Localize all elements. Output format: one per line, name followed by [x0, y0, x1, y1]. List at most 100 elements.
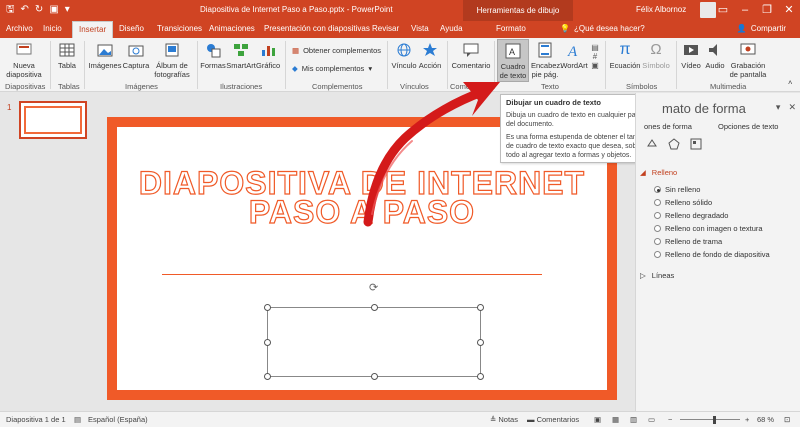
video-button[interactable]: Vídeo — [680, 41, 702, 70]
resize-handle[interactable] — [371, 373, 378, 380]
tab-shape-options[interactable]: ones de forma — [644, 122, 692, 131]
tab-presentacion[interactable]: Presentación con diapositivas — [264, 24, 370, 33]
tab-text-options[interactable]: Opciones de texto — [718, 122, 778, 131]
window-controls: ▭ – ❐ ✕ — [712, 0, 800, 21]
textbox-icon: A — [505, 43, 521, 59]
save-icon[interactable]: 🖫 — [6, 3, 15, 17]
tab-inicio[interactable]: Inicio — [43, 24, 62, 33]
customize-icon[interactable]: ▾ — [65, 3, 70, 17]
date-icon[interactable]: ▤ — [589, 43, 601, 52]
comment-button[interactable]: Comentario — [451, 41, 491, 70]
action-button[interactable]: Acción — [417, 41, 443, 70]
tab-archivo[interactable]: Archivo — [6, 24, 33, 33]
resize-handle[interactable] — [477, 373, 484, 380]
ribbon-display-icon[interactable]: ▭ — [712, 0, 734, 21]
zoom-in-icon[interactable]: + — [745, 415, 749, 424]
undo-icon[interactable]: ↶ — [21, 3, 29, 17]
shapes-button[interactable]: Formas — [200, 41, 226, 70]
spellcheck-icon[interactable]: ▤ — [74, 415, 81, 424]
link-button[interactable]: Vínculo — [391, 41, 417, 70]
smartart-button[interactable]: SmartArt — [226, 41, 256, 70]
lines-section-header[interactable]: ▷ Líneas — [640, 271, 674, 280]
fit-to-window-icon[interactable]: ⊡ — [784, 415, 790, 424]
header-footer-button[interactable]: Encabez. pie pág. — [531, 41, 562, 79]
restore-icon[interactable]: ❐ — [756, 0, 778, 21]
size-properties-icon[interactable] — [690, 138, 702, 150]
minimize-icon[interactable]: – — [734, 0, 756, 21]
get-addins-button[interactable]: ▦ Obtener complementos — [292, 46, 381, 55]
table-button[interactable]: Tabla — [55, 41, 79, 70]
expand-triangle-icon: ◢ — [640, 168, 646, 177]
tab-vista[interactable]: Vista — [411, 24, 429, 33]
zoom-level[interactable]: 68 % — [757, 415, 774, 424]
fill-option-pattern[interactable]: Relleno de trama — [654, 237, 722, 246]
close-pane-icon[interactable]: ✕ — [788, 102, 796, 113]
slide-thumbnail[interactable] — [19, 101, 87, 139]
equation-button[interactable]: π Ecuación — [609, 41, 641, 70]
slide-thumbnails-pane: 1 — [0, 93, 95, 411]
group-label-multimedia: Multimedia — [710, 82, 747, 91]
zoom-slider-thumb[interactable] — [713, 416, 716, 424]
rotate-handle-icon[interactable]: ⟳ — [369, 281, 378, 294]
fill-option-gradient[interactable]: Relleno degradado — [654, 211, 728, 220]
start-slideshow-icon[interactable]: ▣ — [49, 3, 58, 17]
chart-button[interactable]: Gráfico — [256, 41, 280, 70]
wordart-button[interactable]: A WordArt — [560, 41, 588, 70]
object-icon[interactable]: ▣ — [589, 61, 601, 70]
close-icon[interactable]: ✕ — [778, 0, 800, 21]
redo-icon[interactable]: ↻ — [35, 3, 43, 17]
tell-me-box[interactable]: 💡 ¿Qué desea hacer? — [560, 24, 645, 33]
slide-title[interactable]: DIAPOSITIVA DE INTERNET PASO A PASO — [137, 166, 587, 228]
resize-handle[interactable] — [371, 304, 378, 311]
textbox-button[interactable]: A Cuadro de texto — [497, 39, 529, 82]
slide-sorter-icon[interactable]: ▦ — [612, 415, 619, 424]
resize-handle[interactable] — [477, 304, 484, 311]
screen-recording-button[interactable]: Grabación de pantalla — [728, 41, 768, 79]
symbol-button[interactable]: Ω Símbolo — [641, 41, 671, 70]
images-button[interactable]: Imágenes — [88, 41, 122, 70]
resize-handle[interactable] — [264, 339, 271, 346]
zoom-out-icon[interactable]: − — [668, 415, 672, 424]
zoom-slider[interactable] — [680, 419, 740, 420]
fill-section-header[interactable]: ◢ Relleno — [640, 168, 677, 177]
slide-number-icon[interactable]: # — [589, 52, 601, 61]
tab-ayuda[interactable]: Ayuda — [440, 24, 463, 33]
tab-animaciones[interactable]: Animaciones — [209, 24, 255, 33]
photo-album-button[interactable]: Álbum de fotografías — [151, 41, 193, 79]
tab-diseno[interactable]: Diseño — [119, 24, 144, 33]
tab-transiciones[interactable]: Transiciones — [157, 24, 202, 33]
fill-option-background[interactable]: Relleno de fondo de diapositiva — [654, 250, 770, 259]
radio-selected — [654, 186, 661, 193]
tab-insertar[interactable]: Insertar — [72, 21, 114, 38]
share-button[interactable]: 👤 Compartir — [737, 24, 786, 33]
comments-button[interactable]: ▬ Comentarios — [527, 415, 579, 424]
normal-view-icon[interactable]: ▣ — [594, 415, 601, 424]
audio-button[interactable]: Audio — [704, 41, 726, 70]
slide-number: 1 — [7, 103, 12, 112]
tab-revisar[interactable]: Revisar — [372, 24, 399, 33]
fill-option-none[interactable]: Sin relleno — [654, 185, 700, 194]
my-addins-button[interactable]: ◆ Mis complementos ▾ — [292, 64, 372, 73]
text-small-tools[interactable]: ▤ # ▣ — [589, 43, 601, 70]
new-slide-button[interactable]: Nueva diapositiva — [4, 41, 44, 79]
effects-icon[interactable] — [668, 138, 680, 150]
fill-option-solid[interactable]: Relleno sólido — [654, 198, 712, 207]
fill-line-icon[interactable] — [646, 138, 658, 150]
collapsed-triangle-icon: ▷ — [640, 271, 646, 280]
slideshow-view-icon[interactable]: ▭ — [648, 415, 655, 424]
divider — [605, 41, 606, 89]
capture-button[interactable]: Captura — [121, 41, 151, 70]
tab-formato[interactable]: Formato — [496, 24, 526, 33]
lightbulb-icon: 💡 — [560, 24, 570, 33]
new-textbox[interactable]: ⟳ — [264, 282, 484, 380]
reading-view-icon[interactable]: ▥ — [630, 415, 637, 424]
pane-options-icon[interactable]: ▾ — [776, 102, 781, 113]
resize-handle[interactable] — [477, 339, 484, 346]
language-status[interactable]: Español (España) — [88, 415, 148, 424]
fill-option-picture[interactable]: Relleno con imagen o textura — [654, 224, 763, 233]
user-name[interactable]: Félix Albornoz — [636, 5, 686, 14]
resize-handle[interactable] — [264, 373, 271, 380]
resize-handle[interactable] — [264, 304, 271, 311]
notes-button[interactable]: ≜ Notas — [490, 415, 518, 424]
collapse-ribbon-icon[interactable]: ˄ — [788, 78, 792, 87]
